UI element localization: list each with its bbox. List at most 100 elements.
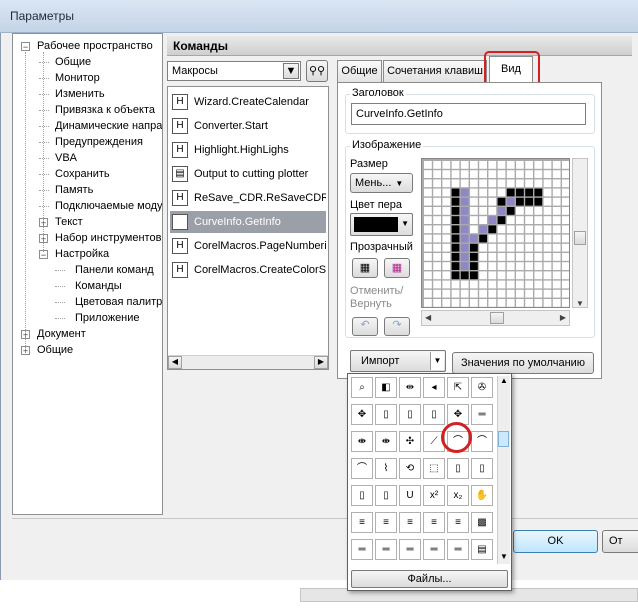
pixel-cell[interactable]	[433, 216, 441, 224]
pixel-cell[interactable]	[552, 179, 561, 188]
pixel-cell[interactable]	[451, 234, 460, 243]
pixel-cell[interactable]	[516, 161, 524, 169]
pixel-cell[interactable]	[433, 234, 441, 243]
tree-item[interactable]: Подключаемые моду	[55, 199, 162, 213]
icon-choice[interactable]: ⇼	[351, 431, 373, 452]
pixel-cell[interactable]	[442, 243, 451, 252]
pixel-cell[interactable]	[470, 234, 478, 243]
pixel-cell[interactable]	[534, 188, 543, 197]
redo-button[interactable]: ↷	[384, 317, 410, 336]
pixel-cell[interactable]	[525, 271, 533, 280]
pixel-cell[interactable]	[534, 225, 543, 234]
pixel-cell[interactable]	[516, 280, 524, 289]
pixel-cell[interactable]	[497, 161, 506, 169]
undo-button[interactable]: ↶	[352, 317, 378, 336]
pixel-cell[interactable]	[424, 253, 432, 261]
pixel-cell[interactable]	[424, 262, 432, 270]
command-list-item[interactable]: H Converter.Start	[170, 115, 326, 137]
pixel-cell[interactable]	[497, 299, 506, 307]
pixel-cell[interactable]	[433, 179, 441, 188]
pixel-cell[interactable]	[451, 289, 460, 298]
icon-choice[interactable]: ⇼	[375, 431, 397, 452]
pixel-cell[interactable]	[424, 170, 432, 178]
pixel-cell[interactable]	[525, 262, 533, 270]
pixel-cell[interactable]	[460, 161, 469, 169]
pixel-cell[interactable]	[543, 216, 552, 224]
pixel-cell[interactable]	[433, 197, 441, 206]
pixel-cell[interactable]	[534, 197, 543, 206]
pixel-cell[interactable]	[525, 170, 533, 178]
icon-choice[interactable]: ≡	[399, 512, 421, 533]
pixel-cell[interactable]	[460, 234, 469, 243]
tree-expander-icon[interactable]: −	[21, 42, 30, 52]
pixel-cell[interactable]	[470, 207, 478, 215]
pixel-cell[interactable]	[451, 179, 460, 188]
pixel-cell[interactable]	[460, 170, 469, 178]
icon-choice[interactable]: ═	[375, 539, 397, 560]
tab-shortcuts[interactable]: Сочетания клавиш	[383, 60, 487, 82]
pixel-cell[interactable]	[442, 197, 451, 206]
pixel-cell[interactable]	[470, 179, 478, 188]
pixel-cell[interactable]	[516, 188, 524, 197]
color-pick-button[interactable]: ▦	[384, 258, 410, 278]
pixel-cell[interactable]	[543, 243, 552, 252]
pixel-cell[interactable]	[460, 216, 469, 224]
pixel-cell[interactable]	[525, 280, 533, 289]
icon-choice[interactable]: ≡	[351, 512, 373, 533]
pixel-cell[interactable]	[488, 299, 497, 307]
scroll-up-icon[interactable]: ▲	[500, 376, 508, 385]
pixel-cell[interactable]	[543, 253, 552, 261]
pixel-cell[interactable]	[497, 216, 506, 224]
pixel-cell[interactable]	[516, 262, 524, 270]
files-button[interactable]: Файлы...	[351, 570, 508, 588]
pixel-cell[interactable]	[451, 207, 460, 215]
pixel-cell[interactable]	[506, 207, 515, 215]
pixel-cell[interactable]	[497, 188, 506, 197]
pixel-cell[interactable]	[433, 262, 441, 270]
pixel-cell[interactable]	[424, 234, 432, 243]
pixel-cell[interactable]	[479, 262, 487, 270]
pixel-cell[interactable]	[534, 271, 543, 280]
pixel-cell[interactable]	[451, 216, 460, 224]
pixel-cell[interactable]	[552, 234, 561, 243]
pixel-cell[interactable]	[442, 179, 451, 188]
pixel-cell[interactable]	[470, 253, 478, 261]
pixel-cell[interactable]	[433, 253, 441, 261]
pixel-cell[interactable]	[442, 253, 451, 261]
pixel-cell[interactable]	[488, 188, 497, 197]
pixel-cell[interactable]	[460, 280, 469, 289]
pixel-cell[interactable]	[525, 253, 533, 261]
tree-item[interactable]: Привязка к объекта	[55, 103, 155, 117]
tree-item[interactable]: Общие	[37, 343, 73, 357]
pixel-cell[interactable]	[562, 179, 569, 188]
pixel-cell[interactable]	[488, 207, 497, 215]
icon-choice[interactable]: ≡	[447, 512, 469, 533]
pixel-cell[interactable]	[534, 170, 543, 178]
tree-item[interactable]: Текст	[55, 215, 83, 229]
command-list-item[interactable]: H Wizard.CreateCalendar	[170, 91, 326, 113]
pixel-cell[interactable]	[488, 234, 497, 243]
icon-choice[interactable]: ✇	[471, 377, 493, 398]
pixel-cell[interactable]	[424, 188, 432, 197]
pixel-cell[interactable]	[506, 179, 515, 188]
pixel-cell[interactable]	[562, 197, 569, 206]
pixel-cell[interactable]	[424, 271, 432, 280]
pixel-cell[interactable]	[460, 253, 469, 261]
icon-choice[interactable]: ▯	[471, 458, 493, 479]
icon-choice[interactable]: ═	[423, 539, 445, 560]
pixel-cell[interactable]	[516, 197, 524, 206]
pixel-cell[interactable]	[460, 299, 469, 307]
pixel-cell[interactable]	[497, 280, 506, 289]
pixel-cell[interactable]	[479, 225, 487, 234]
pixel-cell[interactable]	[525, 225, 533, 234]
pixel-cell[interactable]	[470, 170, 478, 178]
tree-item[interactable]: Предупреждения	[55, 135, 143, 149]
transparent-pick-button[interactable]: ▦	[352, 258, 378, 278]
command-list-item[interactable]: ▤ Output to cutting plotter	[170, 163, 326, 185]
pixel-cell[interactable]	[433, 280, 441, 289]
pixel-cell[interactable]	[562, 216, 569, 224]
pixel-cell[interactable]	[516, 216, 524, 224]
pixel-cell[interactable]	[516, 179, 524, 188]
pixel-cell[interactable]	[543, 225, 552, 234]
editor-vscrollbar[interactable]: ▼	[572, 158, 588, 308]
